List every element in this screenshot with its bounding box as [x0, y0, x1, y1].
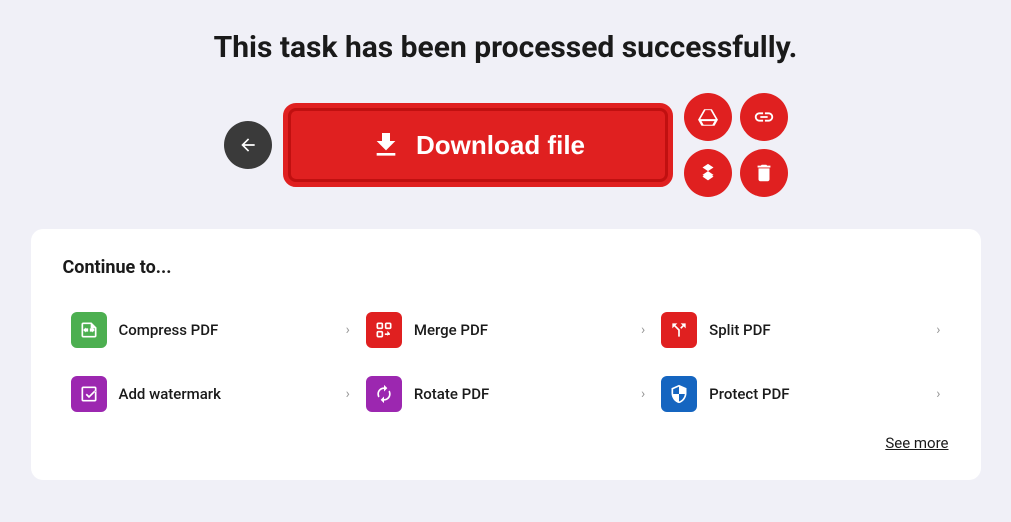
delete-file-button[interactable]	[740, 149, 788, 197]
download-button-label: Download file	[416, 130, 585, 161]
action-row: Download file	[224, 93, 788, 197]
tools-grid: Compress PDF › Merge PDF › S	[63, 298, 949, 426]
download-icon	[370, 129, 402, 161]
split-pdf-label: Split PDF	[709, 321, 924, 339]
page-wrapper: This task has been processed successfull…	[0, 0, 1011, 522]
merge-pdf-chevron: ›	[641, 322, 645, 338]
protect-pdf-chevron: ›	[936, 386, 940, 402]
save-to-dropbox-button[interactable]	[684, 149, 732, 197]
side-icons-grid	[684, 93, 788, 197]
delete-icon	[753, 162, 775, 184]
tool-item-protect-inner: Protect PDF	[661, 376, 924, 412]
watermark-icon	[71, 376, 107, 412]
dropbox-icon	[697, 162, 719, 184]
see-more-row: See more	[63, 434, 949, 452]
tool-item-rotate-inner: Rotate PDF	[366, 376, 629, 412]
continue-title: Continue to...	[63, 257, 949, 278]
tool-item-rotate-pdf[interactable]: Rotate PDF ›	[358, 362, 653, 426]
back-arrow-icon	[238, 135, 258, 155]
protect-pdf-label: Protect PDF	[709, 385, 924, 403]
merge-pdf-label: Merge PDF	[414, 321, 629, 339]
rotate-pdf-icon	[366, 376, 402, 412]
protect-pdf-icon	[661, 376, 697, 412]
tool-item-add-watermark[interactable]: Add watermark ›	[63, 362, 358, 426]
success-title: This task has been processed successfull…	[214, 30, 798, 65]
add-watermark-label: Add watermark	[119, 385, 334, 403]
tool-item-split-inner: Split PDF	[661, 312, 924, 348]
see-more-button[interactable]: See more	[885, 434, 948, 452]
tool-item-merge-inner: Merge PDF	[366, 312, 629, 348]
link-icon	[753, 106, 775, 128]
continue-section: Continue to... Compress PDF › Merge PDF	[31, 229, 981, 480]
tool-item-compress-pdf[interactable]: Compress PDF ›	[63, 298, 358, 362]
split-pdf-icon	[661, 312, 697, 348]
watermark-chevron: ›	[346, 386, 350, 402]
tool-item-split-pdf[interactable]: Split PDF ›	[653, 298, 948, 362]
copy-link-button[interactable]	[740, 93, 788, 141]
compress-pdf-icon	[71, 312, 107, 348]
save-to-drive-button[interactable]	[684, 93, 732, 141]
compress-pdf-chevron: ›	[346, 322, 350, 338]
tool-item-protect-pdf[interactable]: Protect PDF ›	[653, 362, 948, 426]
compress-pdf-label: Compress PDF	[119, 321, 334, 339]
back-button[interactable]	[224, 121, 272, 169]
tool-item-compress-inner: Compress PDF	[71, 312, 334, 348]
tool-item-merge-pdf[interactable]: Merge PDF ›	[358, 298, 653, 362]
merge-pdf-icon	[366, 312, 402, 348]
rotate-pdf-label: Rotate PDF	[414, 385, 629, 403]
tool-item-watermark-inner: Add watermark	[71, 376, 334, 412]
download-button[interactable]: Download file	[288, 108, 668, 182]
split-pdf-chevron: ›	[936, 322, 940, 338]
rotate-pdf-chevron: ›	[641, 386, 645, 402]
drive-icon	[697, 106, 719, 128]
